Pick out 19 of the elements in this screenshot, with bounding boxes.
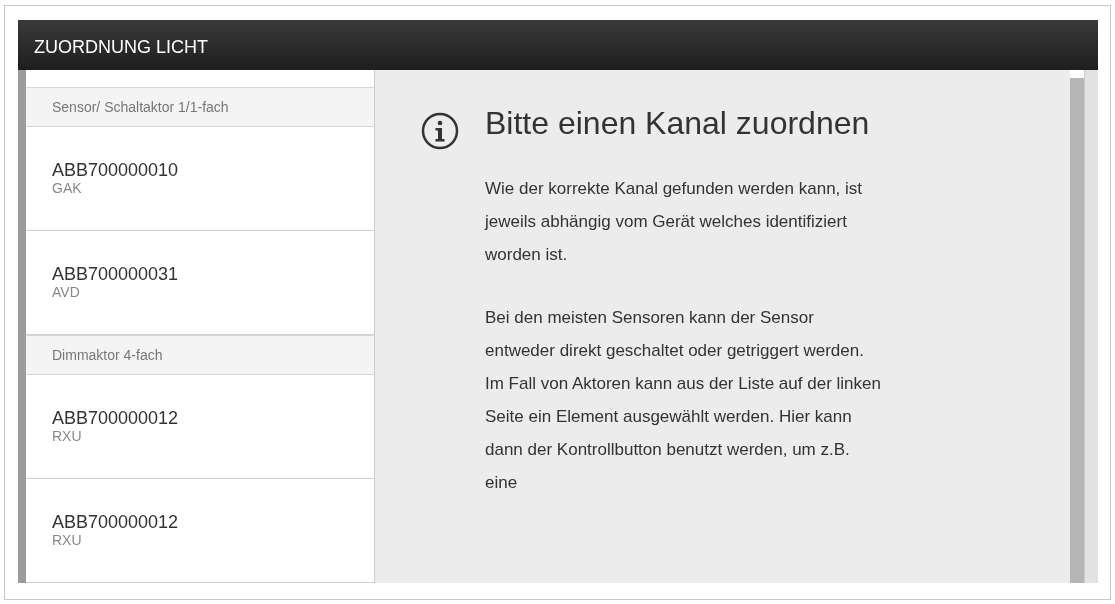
device-type: RXU bbox=[52, 532, 83, 549]
group-header: Dimmaktor 4-fach bbox=[26, 335, 374, 375]
group-header: Sensor/ Schaltaktor 1/1-fach bbox=[26, 87, 374, 127]
info-icon bbox=[421, 112, 459, 150]
device-id: ABB700000012 bbox=[52, 512, 180, 533]
device-type: RXU bbox=[52, 428, 83, 445]
info-paragraph: Bei den meisten Sensoren kann der Sensor entweder direkt geschaltet oder getriggert werden. Im Fall von Aktoren kann aus der Liste auf der linken Seite ein Element ausgewählt werden. Hier kann dann der Kontrollbutton benutzt werden, um z.B. eine bbox=[485, 307, 882, 495]
scrollbar[interactable] bbox=[1070, 78, 1084, 583]
device-id: ABB700000031 bbox=[52, 264, 180, 285]
device-id: ABB700000010 bbox=[52, 160, 180, 181]
device-type: AVD bbox=[52, 284, 81, 301]
device-type: GAK bbox=[52, 180, 83, 197]
info-heading: Bitte einen Kanal zuordnen bbox=[485, 104, 871, 143]
device-id: ABB700000012 bbox=[52, 408, 180, 429]
header-title: ZUORDNUNG LICHT bbox=[34, 36, 208, 59]
device-item[interactable]: ABB700000010 GAK bbox=[26, 127, 374, 231]
device-item[interactable]: ABB700000012 RXU bbox=[26, 375, 374, 479]
info-paragraph: Wie der korrekte Kanal gefunden werden kann, ist jeweils abhängig vom Gerät welches identifiziert worden ist. bbox=[485, 178, 864, 267]
device-item[interactable]: ABB700000012 RXU bbox=[26, 479, 374, 583]
